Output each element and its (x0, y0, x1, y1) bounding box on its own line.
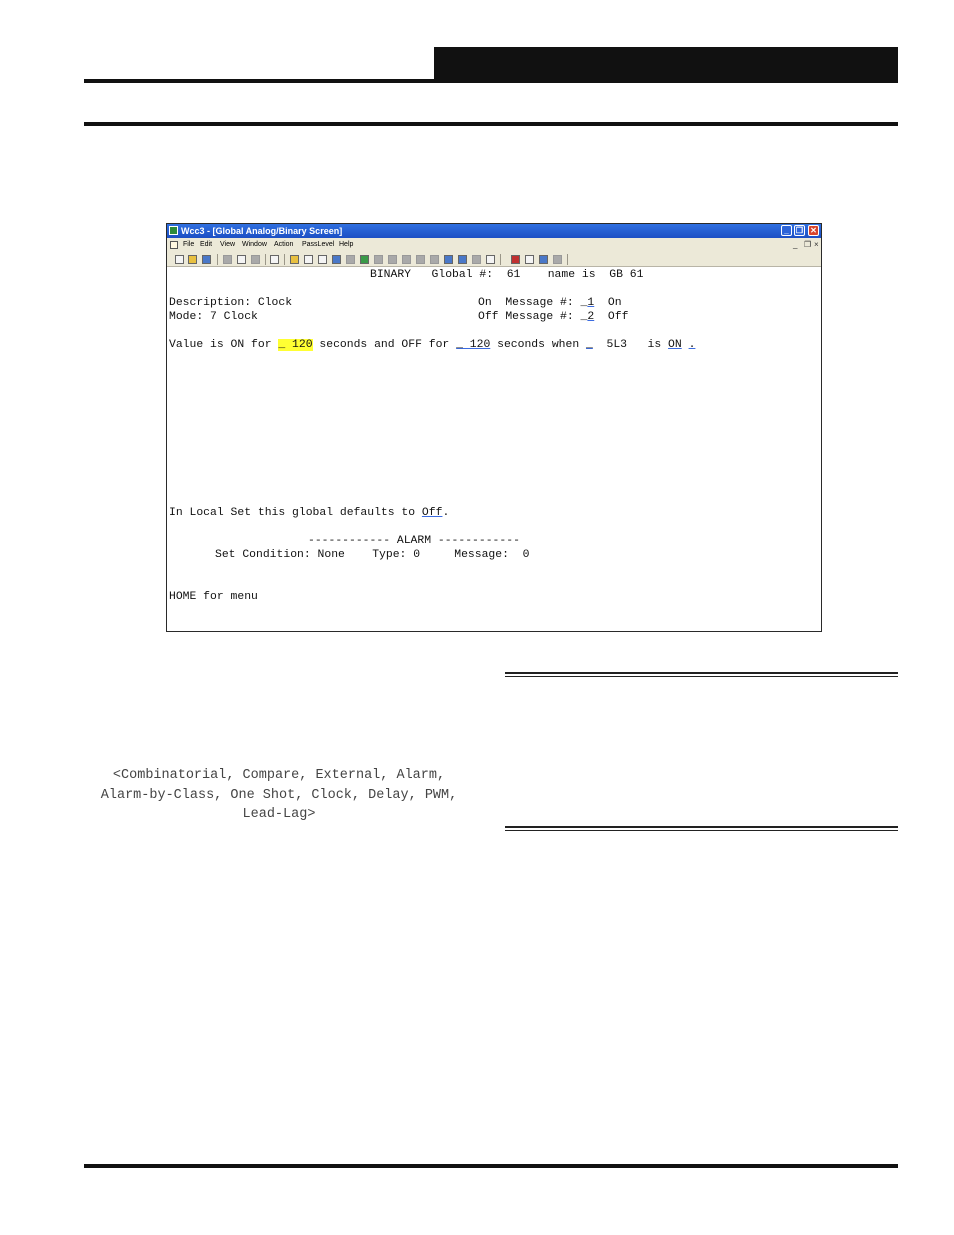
menu-window[interactable]: Window (242, 238, 267, 252)
copy-icon[interactable] (237, 255, 246, 264)
on-message-label: On Message #: (478, 297, 581, 309)
when-field[interactable]: _ (586, 339, 593, 351)
screen-header: BINARY Global #: 61 name is GB 61 (370, 269, 644, 281)
header-title-block (434, 47, 898, 79)
tools-icon[interactable] (430, 255, 439, 264)
menu-edit[interactable]: Edit (200, 238, 212, 252)
app-window: Wcc3 - [Global Analog/Binary Screen] _ ❐… (166, 223, 822, 632)
off-message-text: Off (607, 311, 629, 323)
network-icon[interactable] (444, 255, 453, 264)
color-icon[interactable] (511, 255, 520, 264)
local-set-default-field[interactable]: Off (422, 507, 443, 519)
forward-icon[interactable] (332, 255, 341, 264)
close-button[interactable]: ✕ (808, 225, 819, 236)
document-icon[interactable] (170, 241, 178, 249)
print-icon[interactable] (270, 255, 279, 264)
cut-icon[interactable] (223, 255, 232, 264)
off-message-line: Off Message #: _2 Off (478, 311, 628, 324)
toolbar-separator (217, 254, 218, 265)
value-point-label: 5L3 is (592, 339, 669, 351)
mode-options-text: <Combinatorial, Compare, External, Alarm… (84, 766, 474, 825)
refresh-icon[interactable] (458, 255, 467, 264)
star-icon[interactable] (416, 255, 425, 264)
menu-view[interactable]: View (220, 238, 235, 252)
off-seconds-field[interactable]: _ 120 (456, 339, 490, 351)
value-mid-label: seconds and OFF for (312, 339, 457, 351)
graph-icon[interactable] (539, 255, 548, 264)
box-rule-top (505, 672, 898, 677)
off-message-label: Off Message #: (478, 311, 581, 323)
terminal-screen: BINARY Global #: 61 name is GB 61 Descri… (167, 267, 821, 631)
restore-button[interactable]: ❐ (794, 225, 805, 236)
alarm-header: ------------ ALARM ------------ (308, 535, 520, 547)
toolbar (167, 252, 821, 267)
local-set-label: In Local Set this global defaults to (169, 507, 422, 519)
monitor-icon[interactable] (525, 255, 534, 264)
value-line: Value is ON for _ 120 seconds and OFF fo… (169, 339, 695, 352)
local-set-line: In Local Set this global defaults to Off… (169, 507, 449, 520)
on-message-line: On Message #: _1 On (478, 297, 622, 310)
back-icon[interactable] (346, 255, 355, 264)
value-label: Value is ON for (169, 339, 279, 351)
mdi-minimize-button[interactable]: _ (793, 238, 797, 252)
toolbar-separator (265, 254, 266, 265)
print-screen-icon[interactable] (304, 255, 313, 264)
header-rule-top (84, 79, 898, 83)
on-message-text: On (607, 297, 622, 309)
tree-icon[interactable] (553, 255, 562, 264)
box-rule-bottom (505, 826, 898, 831)
filter-icon[interactable] (402, 255, 411, 264)
header-rule-bottom (84, 122, 898, 126)
state-field[interactable]: ON (668, 339, 682, 351)
bell-icon[interactable] (374, 255, 383, 264)
check-icon[interactable] (360, 255, 369, 264)
blank-icon[interactable] (486, 255, 495, 264)
mode-options-line-3: Lead-Lag> (242, 807, 316, 822)
menu-file[interactable]: File (183, 238, 194, 252)
open-icon[interactable] (188, 255, 197, 264)
on-seconds-field[interactable]: _ 120 (278, 339, 313, 351)
toolbar-separator (284, 254, 285, 265)
menu-help[interactable]: Help (339, 238, 353, 252)
print-all-icon[interactable] (318, 255, 327, 264)
toolbar-separator (567, 254, 568, 265)
paste-icon[interactable] (251, 255, 260, 264)
title-bar[interactable]: Wcc3 - [Global Analog/Binary Screen] _ ❐… (167, 224, 821, 238)
mdi-close-button[interactable]: × (814, 238, 819, 252)
local-set-period: . (442, 507, 450, 519)
menu-bar: File Edit View Window Action PassLevel H… (167, 238, 821, 252)
menu-action[interactable]: Action (274, 238, 293, 252)
alarm-detail: Set Condition: None Type: 0 Message: 0 (215, 549, 530, 561)
value-when-label: seconds when (490, 339, 586, 351)
description-line: Description: Clock (169, 297, 293, 309)
mode-options-line-1: <Combinatorial, Compare, External, Alarm… (112, 768, 446, 783)
value-spacer (682, 339, 689, 351)
alarm-icon[interactable] (388, 255, 397, 264)
new-icon[interactable] (175, 255, 184, 264)
toolbar-separator (500, 254, 501, 265)
mode-line: Mode: 7 Clock (169, 311, 258, 323)
window-title: Wcc3 - [Global Analog/Binary Screen] (181, 226, 343, 236)
footer-rule (84, 1164, 898, 1168)
minimize-button[interactable]: _ (781, 225, 792, 236)
home-menu-line: HOME for menu (169, 591, 258, 603)
save-icon[interactable] (202, 255, 211, 264)
app-icon (169, 226, 178, 235)
mdi-restore-button[interactable]: ❐ (804, 238, 811, 252)
menu-passlevel[interactable]: PassLevel (302, 238, 334, 252)
end-field[interactable]: . (689, 339, 696, 351)
globe-icon[interactable] (472, 255, 481, 264)
help-icon[interactable] (290, 255, 299, 264)
mode-options-line-2: Alarm-by-Class, One Shot, Clock, Delay, … (100, 787, 458, 803)
